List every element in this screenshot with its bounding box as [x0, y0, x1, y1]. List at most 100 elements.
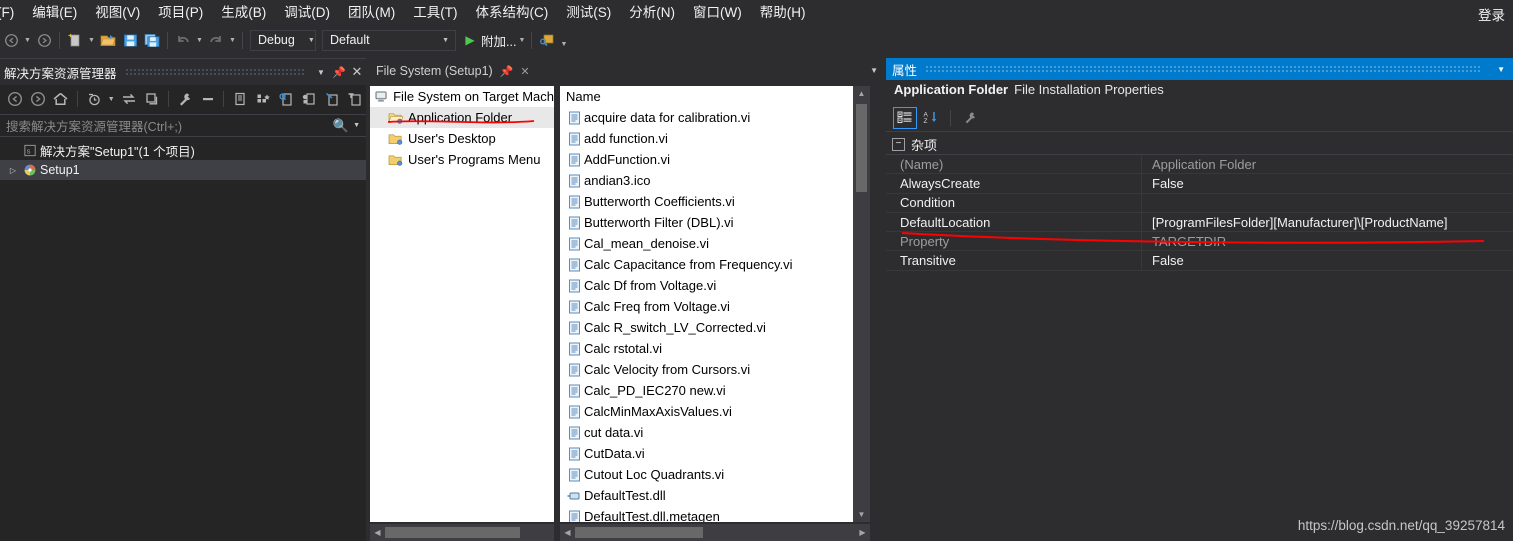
fs-tree-item-application-folder[interactable]: Application Folder: [370, 107, 554, 128]
refresh-icon[interactable]: [141, 88, 163, 110]
property-row-transitive[interactable]: Transitive False: [886, 251, 1513, 271]
scroll-left-icon[interactable]: ◀: [560, 528, 575, 537]
list-item[interactable]: DefaultTest.dll.metagen: [560, 506, 870, 522]
pin-icon[interactable]: 📌: [330, 66, 348, 79]
new-project-dropdown-icon[interactable]: ▼: [86, 29, 97, 51]
list-item[interactable]: Calc Velocity from Cursors.vi: [560, 359, 870, 380]
property-row-property[interactable]: Property TARGETDIR: [886, 232, 1513, 252]
attach-process-icon[interactable]: [536, 29, 558, 51]
sync-with-active-document-icon[interactable]: [118, 88, 140, 110]
menu-item-tools[interactable]: 工具(T): [404, 1, 466, 25]
navigate-back-icon[interactable]: [0, 29, 22, 51]
undo-dropdown-icon[interactable]: ▼: [194, 29, 205, 51]
menu-item-window[interactable]: 窗口(W): [684, 1, 751, 25]
tree-item-setup1[interactable]: ▷ Setup1: [0, 160, 366, 180]
list-item[interactable]: AddFunction.vi: [560, 149, 870, 170]
toolbar-overflow-icon[interactable]: ▼: [558, 29, 569, 51]
tab-overflow-chevron-icon[interactable]: ▼: [870, 66, 878, 75]
list-item[interactable]: acquire data for calibration.vi: [560, 107, 870, 128]
close-icon[interactable]: ✕: [520, 65, 529, 78]
alphabetical-sort-icon[interactable]: AZ: [919, 107, 943, 129]
pin-icon[interactable]: 📌: [500, 65, 514, 78]
undo-icon[interactable]: [172, 29, 194, 51]
list-item[interactable]: Calc Capacitance from Frequency.vi: [560, 254, 870, 275]
attach-label[interactable]: 附加...: [481, 31, 516, 50]
property-value[interactable]: [ProgramFilesFolder][Manufacturer]\[Prod…: [1142, 213, 1513, 231]
list-item[interactable]: Butterworth Coefficients.vi: [560, 191, 870, 212]
list-item[interactable]: Cutout Loc Quadrants.vi: [560, 464, 870, 485]
fs-tree-item-root[interactable]: File System on Target Mach: [370, 86, 554, 107]
list-item[interactable]: add function.vi: [560, 128, 870, 149]
collapse-icon[interactable]: −: [892, 137, 905, 151]
properties-wrench-icon[interactable]: [174, 88, 196, 110]
redo-dropdown-icon[interactable]: ▼: [227, 29, 238, 51]
property-row-alwayscreate[interactable]: AlwaysCreate False: [886, 174, 1513, 194]
close-icon[interactable]: ✕: [348, 64, 366, 80]
fs-tree-item-users-desktop[interactable]: User's Desktop: [370, 128, 554, 149]
navigate-back-dropdown-icon[interactable]: ▼: [22, 29, 33, 51]
properties-window-icon[interactable]: [344, 88, 366, 110]
solution-platform-combo[interactable]: Default ▼: [322, 29, 456, 51]
scrollbar-thumb[interactable]: [385, 527, 520, 538]
chevron-down-icon[interactable]: ▼: [106, 88, 117, 110]
scroll-down-icon[interactable]: ▼: [853, 507, 870, 522]
property-value[interactable]: [1142, 194, 1513, 212]
view-designer-icon[interactable]: [298, 88, 320, 110]
list-item[interactable]: Calc_PD_IEC270 new.vi: [560, 380, 870, 401]
menu-item-file[interactable]: (F): [0, 1, 23, 25]
class-view-icon[interactable]: [252, 88, 274, 110]
list-item[interactable]: Calc Freq from Voltage.vi: [560, 296, 870, 317]
list-item[interactable]: Calc R_switch_LV_Corrected.vi: [560, 317, 870, 338]
preview-selected-items-icon[interactable]: [275, 88, 297, 110]
solution-configuration-combo[interactable]: Debug ▼: [250, 29, 316, 51]
list-item[interactable]: Calc rstotal.vi: [560, 338, 870, 359]
pending-changes-icon[interactable]: [83, 88, 105, 110]
scrollbar-thumb[interactable]: [856, 104, 867, 192]
file-list-vertical-scrollbar[interactable]: ▲ ▼: [853, 86, 870, 522]
menu-item-test[interactable]: 测试(S): [557, 1, 620, 25]
list-item[interactable]: Cal_mean_denoise.vi: [560, 233, 870, 254]
column-header-name[interactable]: Name: [560, 86, 870, 107]
tree-item-solution[interactable]: s 解决方案"Setup1"(1 个项目): [0, 140, 366, 160]
list-item[interactable]: Calc Df from Voltage.vi: [560, 275, 870, 296]
tab-file-system[interactable]: File System (Setup1) 📌 ✕: [368, 58, 537, 84]
property-pages-icon[interactable]: [958, 107, 982, 129]
categorized-view-icon[interactable]: [893, 106, 917, 129]
menu-item-help[interactable]: 帮助(H): [751, 1, 815, 25]
property-value[interactable]: Application Folder: [1142, 155, 1513, 173]
start-debug-icon[interactable]: ▶: [459, 29, 481, 51]
chevron-down-icon[interactable]: ▼: [312, 68, 330, 77]
scrollbar-thumb[interactable]: [575, 527, 703, 538]
menu-item-build[interactable]: 生成(B): [212, 1, 275, 25]
property-row-name[interactable]: (Name) Application Folder: [886, 155, 1513, 175]
show-all-files-icon[interactable]: [229, 88, 251, 110]
list-item[interactable]: CutData.vi: [560, 443, 870, 464]
property-value[interactable]: False: [1142, 251, 1513, 269]
menu-item-edit[interactable]: 编辑(E): [23, 1, 86, 25]
save-icon[interactable]: [119, 29, 141, 51]
tree-horizontal-scrollbar[interactable]: ◀: [370, 524, 554, 541]
open-file-icon[interactable]: [97, 29, 119, 51]
view-code-icon[interactable]: [321, 88, 343, 110]
navigate-forward-icon[interactable]: [33, 29, 55, 51]
fs-tree-item-users-programs-menu[interactable]: User's Programs Menu: [370, 149, 554, 170]
solution-explorer-search[interactable]: 搜索解决方案资源管理器(Ctrl+;) 🔍 ▼: [0, 114, 366, 137]
menu-item-debug[interactable]: 调试(D): [275, 1, 339, 25]
back-icon[interactable]: [4, 88, 26, 110]
scroll-right-icon[interactable]: ▶: [855, 528, 870, 537]
redo-icon[interactable]: [205, 29, 227, 51]
home-icon[interactable]: [50, 88, 72, 110]
property-row-condition[interactable]: Condition: [886, 193, 1513, 213]
search-icon[interactable]: 🔍: [333, 118, 349, 134]
menu-item-analyze[interactable]: 分析(N): [620, 1, 684, 25]
chevron-down-icon[interactable]: ▼: [353, 122, 360, 129]
new-project-icon[interactable]: [64, 29, 86, 51]
attach-dropdown-icon[interactable]: ▼: [516, 29, 527, 51]
login-link[interactable]: 登录: [1478, 4, 1505, 24]
menu-item-team[interactable]: 团队(M): [339, 1, 404, 25]
list-item[interactable]: andian3.ico: [560, 170, 870, 191]
menu-item-architecture[interactable]: 体系结构(C): [467, 1, 558, 25]
property-value[interactable]: TARGETDIR: [1142, 232, 1513, 250]
menu-item-project[interactable]: 项目(P): [149, 1, 212, 25]
list-item[interactable]: cut data.vi: [560, 422, 870, 443]
